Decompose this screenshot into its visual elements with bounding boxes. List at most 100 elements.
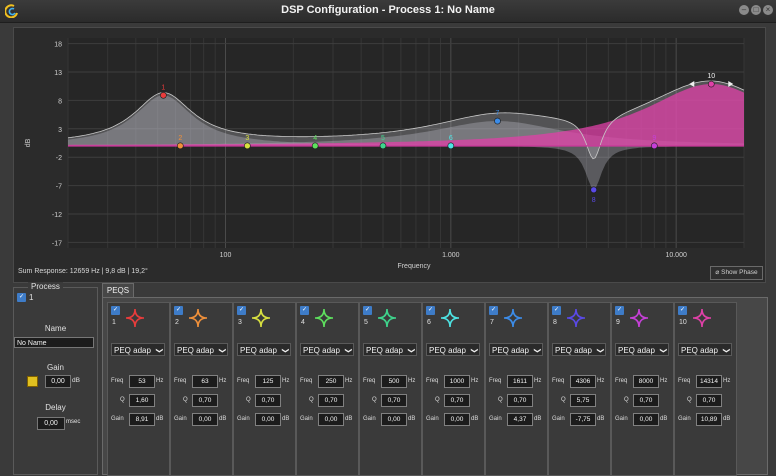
peq-freq-field[interactable]: 8000 bbox=[633, 375, 659, 388]
peq-q-field[interactable]: 0,70 bbox=[444, 394, 470, 407]
peq-enable-checkbox[interactable]: ✓ bbox=[300, 306, 309, 315]
peq-type-select[interactable]: PEQ adap ❯ bbox=[237, 343, 291, 356]
delay-unit: msec bbox=[66, 419, 81, 425]
peq-type-select[interactable]: PEQ adap ❯ bbox=[363, 343, 417, 356]
peq-band-4: ✓ 4 PEQ adap ❯ Freq 250 Hz Q 0,70 Gain 0,00 dB bbox=[296, 302, 359, 476]
peq-q-field[interactable]: 0,70 bbox=[507, 394, 533, 407]
freq-label: Freq bbox=[111, 378, 124, 384]
db-unit: dB bbox=[156, 416, 164, 422]
eq-response-chart[interactable]: 181383-2-7-12-17100 1.000 10.000dBFrequenc… bbox=[14, 28, 765, 282]
hz-unit: Hz bbox=[597, 378, 605, 384]
peq-q-field[interactable]: 0,70 bbox=[381, 394, 407, 407]
peq-freq-field[interactable]: 63 bbox=[192, 375, 218, 388]
process-panel: Process ✓ 1 Name No Name Gain 0,00 dB De… bbox=[13, 282, 98, 475]
peq-freq-field[interactable]: 250 bbox=[318, 375, 344, 388]
peq-q-field[interactable]: 0,70 bbox=[696, 394, 722, 407]
peq-enable-checkbox[interactable]: ✓ bbox=[678, 306, 687, 315]
peq-filter-icon bbox=[692, 308, 712, 328]
freq-label: Freq bbox=[237, 378, 250, 384]
peq-freq-field[interactable]: 53 bbox=[129, 375, 155, 388]
peq-gain-field[interactable]: 0,00 bbox=[192, 413, 218, 426]
process-gain-field[interactable]: 0,00 bbox=[45, 375, 71, 388]
gain-link-icon[interactable] bbox=[27, 376, 38, 387]
close-button[interactable]: × bbox=[763, 5, 773, 15]
y-tick-label: 18 bbox=[54, 42, 62, 49]
peq-number: 3 bbox=[238, 319, 242, 326]
peq-number: 5 bbox=[364, 319, 368, 326]
peq-gain-field[interactable]: 0,00 bbox=[444, 413, 470, 426]
peq-type-select[interactable]: PEQ adap ❯ bbox=[615, 343, 669, 356]
peq-type-select[interactable]: PEQ adap ❯ bbox=[489, 343, 543, 356]
peq-type-select[interactable]: PEQ adap ❯ bbox=[174, 343, 228, 356]
peq-freq-field[interactable]: 1000 bbox=[444, 375, 470, 388]
peq-q-field[interactable]: 0,70 bbox=[192, 394, 218, 407]
peq-q-field[interactable]: 0,70 bbox=[318, 394, 344, 407]
sum-response-readout: Sum Response: 12659 Hz | 9,8 dB | 19,2° bbox=[18, 268, 148, 275]
x-tick-label: 10.000 bbox=[665, 252, 687, 259]
peq-freq-field[interactable]: 14314 bbox=[696, 375, 722, 388]
maximize-button[interactable]: □ bbox=[751, 5, 761, 15]
peq-gain-field[interactable]: 0,00 bbox=[381, 413, 407, 426]
peq-band-7: ✓ 7 PEQ adap ❯ Freq 1611 Hz Q 0,70 Gain 4,37 dB bbox=[485, 302, 548, 476]
peq-type-select[interactable]: PEQ adap ❯ bbox=[426, 343, 480, 356]
peq-gain-field[interactable]: 4,37 bbox=[507, 413, 533, 426]
freq-label: Freq bbox=[489, 378, 502, 384]
title-bar: DSP Configuration - Process 1: No Name –… bbox=[0, 0, 776, 23]
peq-gain-field[interactable]: 0,00 bbox=[318, 413, 344, 426]
peq-type-select[interactable]: PEQ adap ❯ bbox=[552, 343, 606, 356]
peq-gain-field[interactable]: 0,00 bbox=[255, 413, 281, 426]
peq-freq-field[interactable]: 500 bbox=[381, 375, 407, 388]
peq-q-field[interactable]: 5,75 bbox=[570, 394, 596, 407]
x-tick-label: 100 bbox=[220, 252, 232, 259]
process-delay-field[interactable]: 0,00 bbox=[37, 417, 65, 430]
process-enable-checkbox[interactable]: ✓ bbox=[17, 293, 26, 302]
peq-gain-field[interactable]: 8,91 bbox=[129, 413, 155, 426]
peq-enable-checkbox[interactable]: ✓ bbox=[111, 306, 120, 315]
tab-peqs[interactable]: PEQS bbox=[102, 283, 134, 298]
peq-type-value: PEQ adap bbox=[303, 346, 340, 355]
db-unit: dB bbox=[723, 416, 731, 422]
db-unit: dB bbox=[408, 416, 416, 422]
peq-gain-field[interactable]: 0,00 bbox=[633, 413, 659, 426]
peq-filter-icon bbox=[503, 308, 523, 328]
minimize-button[interactable]: – bbox=[739, 5, 749, 15]
hz-unit: Hz bbox=[408, 378, 416, 384]
peq-enable-checkbox[interactable]: ✓ bbox=[615, 306, 624, 315]
gain-unit: dB bbox=[72, 377, 80, 384]
freq-label: Freq bbox=[363, 378, 376, 384]
peq-q-field[interactable]: 0,70 bbox=[633, 394, 659, 407]
filter-point-10 bbox=[707, 80, 715, 88]
peq-enable-checkbox[interactable]: ✓ bbox=[426, 306, 435, 315]
filter-point-5 bbox=[379, 142, 387, 150]
y-tick-label: -12 bbox=[52, 212, 62, 219]
filter-point-7 bbox=[494, 117, 501, 125]
peq-type-select[interactable]: PEQ adap ❯ bbox=[300, 343, 354, 356]
peq-gain-field[interactable]: 10,89 bbox=[696, 413, 722, 426]
peq-band-2: ✓ 2 PEQ adap ❯ Freq 63 Hz Q 0,70 Gain 0,00 dB bbox=[170, 302, 233, 476]
peq-enable-checkbox[interactable]: ✓ bbox=[174, 306, 183, 315]
peq-freq-field[interactable]: 1611 bbox=[507, 375, 533, 388]
peq-filter-icon bbox=[629, 308, 649, 328]
db-unit: dB bbox=[597, 416, 605, 422]
x-tick-label: 1.000 bbox=[442, 252, 460, 259]
peq-freq-field[interactable]: 125 bbox=[255, 375, 281, 388]
peq-q-field[interactable]: 0,70 bbox=[255, 394, 281, 407]
show-phase-button[interactable]: ⌀ Show Phase bbox=[710, 266, 763, 280]
x-axis-label: Frequency bbox=[397, 263, 431, 270]
freq-label: Freq bbox=[426, 378, 439, 384]
peq-q-field[interactable]: 1,60 bbox=[129, 394, 155, 407]
peq-filter-icon bbox=[314, 308, 334, 328]
filter-point-9 bbox=[651, 142, 658, 150]
peq-enable-checkbox[interactable]: ✓ bbox=[489, 306, 498, 315]
process-name-field[interactable]: No Name bbox=[14, 337, 94, 348]
peq-enable-checkbox[interactable]: ✓ bbox=[363, 306, 372, 315]
chevron-down-icon: ❯ bbox=[533, 347, 541, 354]
peq-enable-checkbox[interactable]: ✓ bbox=[552, 306, 561, 315]
y-tick-label: 13 bbox=[54, 70, 62, 77]
peq-type-select[interactable]: PEQ adap ❯ bbox=[111, 343, 165, 356]
peq-enable-checkbox[interactable]: ✓ bbox=[237, 306, 246, 315]
peq-gain-field[interactable]: -7,75 bbox=[570, 413, 596, 426]
peq-freq-field[interactable]: 4306 bbox=[570, 375, 596, 388]
peq-type-select[interactable]: PEQ adap ❯ bbox=[678, 343, 732, 356]
q-label: Q bbox=[498, 397, 503, 403]
